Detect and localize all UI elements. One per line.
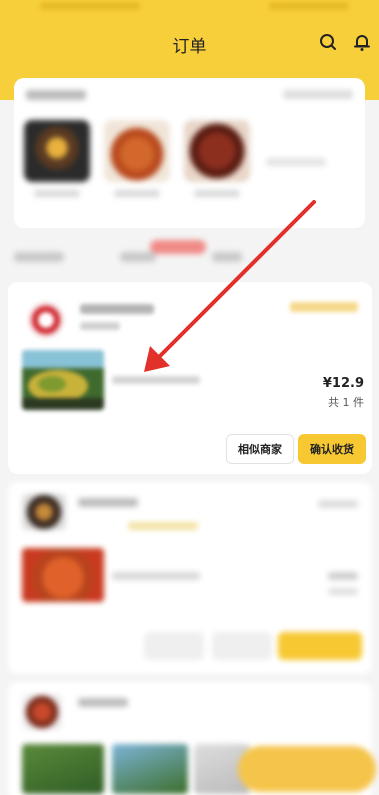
order-action-button-1[interactable]	[144, 632, 204, 660]
order-card-2[interactable]	[8, 482, 372, 674]
order-status	[290, 302, 358, 312]
order-primary-button-2[interactable]	[278, 632, 362, 660]
recommendation-card[interactable]	[14, 78, 365, 228]
shop-name-3[interactable]	[78, 698, 128, 707]
recommendation-title	[26, 90, 86, 100]
order-price: ¥12.9	[322, 376, 364, 391]
product-image[interactable]	[22, 350, 104, 410]
food-label-3	[194, 190, 240, 197]
product-image-2[interactable]	[22, 548, 104, 602]
food-image-3[interactable]	[184, 120, 250, 182]
food-label-1	[34, 190, 80, 197]
status-bar	[0, 0, 379, 18]
shop-name[interactable]	[80, 304, 154, 314]
product-description	[112, 376, 200, 384]
product-image-3b[interactable]	[112, 744, 188, 794]
shop-logo[interactable]	[28, 302, 64, 338]
recommendation-content-blurred	[14, 78, 365, 228]
floating-action-pill[interactable]	[238, 746, 376, 792]
bell-icon[interactable]	[352, 32, 372, 52]
product-image-3a[interactable]	[22, 744, 104, 794]
recommendation-more-link[interactable]	[283, 90, 353, 99]
order-quantity: 共 1 件	[328, 396, 364, 409]
food-image-2[interactable]	[104, 120, 170, 182]
order-status-2	[318, 500, 358, 508]
recommendation-side-text	[266, 158, 326, 166]
product-description-2	[112, 572, 200, 580]
order-quantity-2	[328, 588, 358, 595]
shop-logo-3[interactable]	[22, 694, 62, 730]
tab-1[interactable]	[14, 252, 64, 262]
tab-3[interactable]	[212, 252, 242, 262]
order-card[interactable]: ¥12.9 共 1 件 相似商家 确认收货	[8, 282, 372, 474]
search-icon[interactable]	[318, 32, 338, 52]
similar-shops-button[interactable]: 相似商家	[226, 434, 294, 464]
tab-badge	[150, 240, 206, 254]
food-image-1[interactable]	[24, 120, 90, 182]
shop-subtitle	[80, 322, 120, 330]
order-action-button-2[interactable]	[212, 632, 272, 660]
food-label-2	[114, 190, 160, 197]
shop-name-2[interactable]	[78, 498, 138, 507]
order-filter-tabs	[0, 238, 379, 274]
shop-tag-2	[128, 522, 198, 530]
tab-2[interactable]	[120, 252, 156, 262]
confirm-receipt-button[interactable]: 确认收货	[298, 434, 366, 464]
shop-logo-2[interactable]	[22, 494, 66, 530]
order-price-2	[328, 572, 358, 580]
